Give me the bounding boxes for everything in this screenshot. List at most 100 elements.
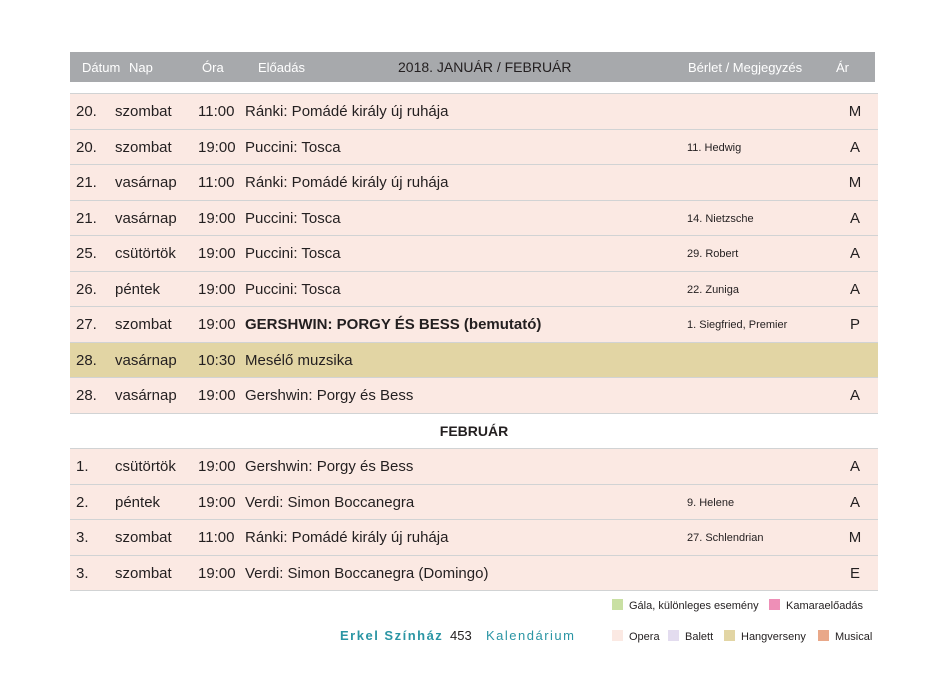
row-note: 27. Schlendrian (687, 532, 764, 544)
row-date: 25. (76, 245, 97, 262)
row-title: Puccini: Tosca (245, 138, 341, 156)
legend-swatch (668, 630, 679, 641)
row-day: vasárnap (115, 174, 177, 191)
col-price-header: Ár (836, 60, 849, 75)
col-time-header: Óra (202, 60, 224, 75)
row-time: 19:00 (198, 564, 236, 582)
table-row: 21. vasárnap 19:00 Puccini: Tosca 14. Ni… (70, 199, 878, 235)
legend-label: Hangverseny (741, 631, 806, 643)
row-time: 11:00 (198, 529, 235, 546)
table-row: 25. csütörtök 19:00 Puccini: Tosca 29. R… (70, 235, 878, 271)
row-date: 20. (76, 138, 97, 156)
row-date: 28. (76, 387, 97, 404)
row-title: Ránki: Pomádé király új ruhája (245, 174, 449, 191)
row-note: 11. Hedwig (687, 141, 742, 154)
legend-swatch (724, 630, 735, 641)
page-number: 453 (450, 628, 472, 643)
row-price: A (849, 493, 860, 511)
row-day: szombat (115, 564, 172, 582)
row-date: 2. (76, 493, 89, 511)
table-row: 20. szombat 19:00 Puccini: Tosca 11. Hed… (70, 128, 878, 164)
row-day: szombat (115, 529, 172, 546)
footer-calendar: Kalendárium (486, 628, 576, 643)
row-time: 19:00 (198, 493, 236, 511)
row-time: 19:00 (198, 280, 236, 298)
legend-label: Gála, különleges esemény (629, 600, 759, 612)
row-time: 11:00 (198, 174, 235, 191)
col-day-header: Nap (129, 60, 153, 75)
row-day: szombat (115, 103, 172, 120)
row-price: M (848, 103, 862, 120)
row-date: 21. (76, 209, 97, 227)
row-note: 1. Siegfried, Premier (687, 319, 788, 331)
page-title: 2018. JANUÁR / FEBRUÁR (398, 59, 572, 75)
col-date-header: Dátum (82, 60, 121, 75)
table-row: 28. vasárnap 10:30 Mesélő muzsika (70, 341, 878, 377)
row-date: 20. (76, 103, 97, 120)
row-title: GERSHWIN: PORGY ÉS BESS (bemutató) (245, 316, 542, 333)
row-note: 29. Robert (687, 248, 739, 260)
table-row: 28. vasárnap 19:00 Gershwin: Porgy és Be… (70, 377, 878, 413)
table-row: 1. csütörtök 19:00 Gershwin: Porgy és Be… (70, 448, 878, 484)
legend-gala: Gála, különleges esemény (612, 599, 759, 612)
row-time: 19:00 (198, 387, 236, 404)
row-time: 10:30 (198, 351, 236, 369)
section-header-row: FEBRUÁR (70, 412, 878, 448)
row-date: 26. (76, 280, 97, 298)
legend-swatch (612, 599, 623, 610)
table-row: 20. szombat 11:00 Ránki: Pomádé király ú… (70, 93, 878, 129)
row-date: 21. (76, 174, 97, 191)
row-price: A (849, 245, 860, 262)
row-date: 3. (76, 529, 89, 546)
row-time: 19:00 (198, 458, 236, 475)
section-title: FEBRUÁR (439, 422, 509, 439)
row-title: Mesélő muzsika (245, 351, 353, 369)
row-time: 19:00 (198, 245, 236, 262)
row-day: péntek (115, 493, 161, 511)
row-price: A (849, 209, 860, 227)
table-row: 27. szombat 19:00 GERSHWIN: PORGY ÉS BES… (70, 306, 878, 342)
col-performance-header: Előadás (258, 60, 305, 75)
row-title: Ránki: Pomádé király új ruhája (245, 529, 449, 546)
row-price: E (849, 564, 860, 582)
row-title: Gershwin: Porgy és Bess (245, 387, 414, 404)
legend-swatch (612, 630, 623, 641)
row-title: Ránki: Pomádé király új ruhája (245, 103, 449, 120)
legend-ballet: Balett (668, 630, 713, 643)
table-row: 26. péntek 19:00 Puccini: Tosca 22. Zuni… (70, 270, 878, 306)
row-day: vasárnap (115, 351, 177, 369)
row-price: M (848, 529, 862, 546)
row-day: vasárnap (115, 209, 177, 227)
row-title: Puccini: Tosca (245, 209, 341, 227)
row-day: szombat (115, 316, 172, 333)
row-time: 11:00 (198, 103, 235, 120)
legend-musical: Musical (818, 630, 872, 643)
row-price: A (849, 458, 860, 475)
row-title: Puccini: Tosca (245, 245, 341, 262)
row-time: 19:00 (198, 209, 236, 227)
table-row: 2. péntek 19:00 Verdi: Simon Boccanegra … (70, 483, 878, 519)
table-row: 21. vasárnap 11:00 Ránki: Pomádé király … (70, 164, 878, 200)
legend-label: Opera (629, 631, 660, 643)
legend-concert: Hangverseny (724, 630, 806, 643)
table-row: 3. szombat 19:00 Verdi: Simon Boccanegra… (70, 554, 878, 591)
row-date: 3. (76, 564, 89, 582)
row-day: szombat (115, 138, 172, 156)
schedule-table: 20. szombat 11:00 Ránki: Pomádé király ú… (70, 93, 878, 591)
row-price: A (849, 280, 860, 298)
row-price: M (848, 174, 862, 191)
legend-label: Musical (835, 631, 873, 643)
row-title: Gershwin: Porgy és Bess (245, 458, 414, 475)
row-date: 28. (76, 351, 97, 369)
table-header: Dátum Nap Óra Előadás 2018. JANUÁR / FEB… (70, 52, 875, 82)
row-title: Verdi: Simon Boccanegra (Domingo) (245, 564, 489, 582)
row-note: 22. Zuniga (687, 283, 739, 296)
row-time: 19:00 (198, 138, 236, 156)
legend-label: Balett (685, 631, 714, 643)
legend-opera: Opera (612, 630, 660, 643)
row-title: Puccini: Tosca (245, 280, 341, 298)
row-price: A (849, 138, 860, 156)
row-price: A (849, 387, 860, 404)
col-note-header: Bérlet / Megjegyzés (688, 60, 803, 75)
row-day: péntek (115, 280, 161, 298)
